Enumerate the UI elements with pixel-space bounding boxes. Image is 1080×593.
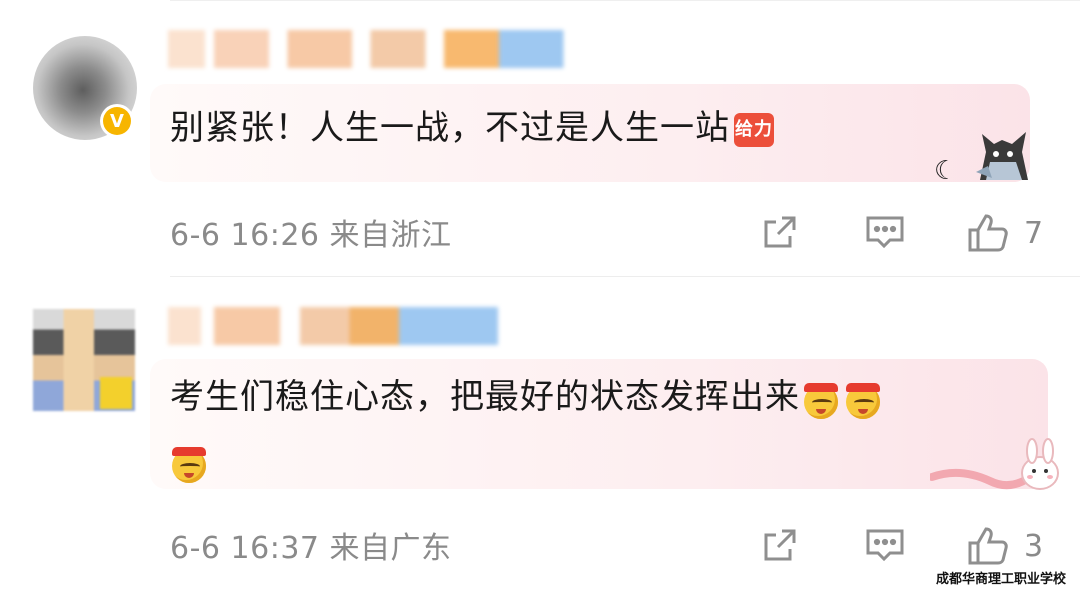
watermark-text: 成都华商理工职业学校 bbox=[935, 572, 1066, 587]
moon-icon: ☾ bbox=[934, 156, 958, 186]
like-count: 3 bbox=[1024, 528, 1044, 564]
comment-time: 6-6 16:26 bbox=[170, 218, 320, 253]
share-icon bbox=[764, 529, 796, 561]
verified-badge-icon: V bbox=[100, 104, 134, 138]
username-blurred[interactable] bbox=[168, 30, 628, 68]
comment-icon bbox=[866, 216, 904, 249]
like-button[interactable]: 7 bbox=[966, 212, 1043, 254]
bunny-sticker-icon bbox=[930, 438, 1059, 490]
comment-text: 考生们稳住心态，把最好的状态发挥出来 bbox=[170, 365, 1030, 493]
cheer-headband-emoji-icon bbox=[170, 443, 210, 483]
comment-location: 来自广东 bbox=[329, 531, 452, 566]
like-button[interactable]: 3 bbox=[966, 525, 1043, 567]
comment-meta: 6-6 16:26 来自浙江 bbox=[170, 210, 452, 254]
comment-text-body: 考生们稳住心态，把最好的状态发挥出来 bbox=[170, 377, 800, 417]
comment-icon bbox=[866, 529, 904, 562]
comment-text-body: 别紧张！人生一战，不过是人生一站 bbox=[170, 108, 730, 148]
cheer-headband-emoji-icon bbox=[802, 379, 842, 419]
share-button[interactable] bbox=[760, 212, 800, 252]
username-blurred[interactable] bbox=[168, 307, 498, 345]
share-icon bbox=[764, 216, 796, 248]
comment-text: 别紧张！人生一战，不过是人生一站 给力 bbox=[170, 96, 774, 160]
comment-button[interactable] bbox=[864, 525, 906, 565]
comment-meta: 6-6 16:37 来自广东 bbox=[170, 523, 452, 567]
geili-sticker-icon: 给力 bbox=[734, 112, 774, 147]
comment-item: V 别紧张！人生一战，不过是人生一站 给力 ☾ 6-6 16:26 来自浙江 7 bbox=[0, 0, 1080, 276]
comment-item: 考生们稳住心态，把最好的状态发挥出来 6-6 16:37 来自广东 3 bbox=[0, 277, 1080, 593]
cat-warrior-sticker-icon bbox=[976, 132, 1028, 180]
thumbs-up-icon bbox=[968, 214, 1008, 252]
comment-button[interactable] bbox=[864, 212, 906, 252]
comment-location: 来自浙江 bbox=[329, 218, 452, 253]
like-count: 7 bbox=[1024, 215, 1044, 251]
avatar-accent bbox=[100, 377, 132, 409]
share-button[interactable] bbox=[760, 525, 800, 565]
cheer-headband-emoji-icon bbox=[844, 379, 884, 419]
thumbs-up-icon bbox=[968, 527, 1008, 565]
comment-time: 6-6 16:37 bbox=[170, 531, 320, 566]
